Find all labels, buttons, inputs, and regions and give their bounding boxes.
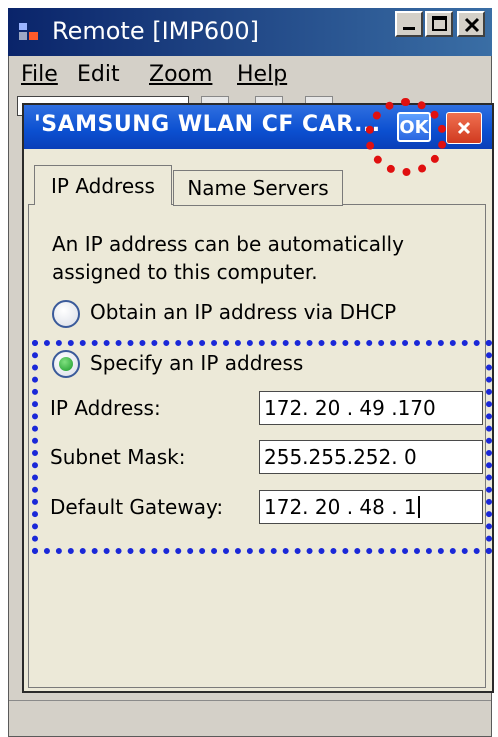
tab-ip-address[interactable]: IP Address	[34, 165, 172, 205]
tab-name-servers[interactable]: Name Servers	[173, 170, 343, 206]
maximize-button[interactable]	[425, 11, 453, 37]
menu-edit[interactable]: Edit	[77, 62, 120, 87]
minimize-icon	[403, 27, 415, 30]
minimize-button[interactable]	[395, 11, 423, 37]
menu-bar: File Edit Zoom Help	[9, 56, 491, 92]
close-icon	[464, 17, 480, 33]
ok-highlight-circle	[365, 98, 447, 176]
dhcp-radio[interactable]	[52, 300, 80, 328]
specify-ip-highlight-box	[32, 340, 492, 554]
maximize-icon	[432, 16, 447, 31]
close-dialog-icon	[457, 121, 471, 135]
dialog-title: 'SAMSUNG WLAN CF CAR...	[34, 112, 381, 137]
app-icon	[18, 22, 40, 42]
menu-zoom[interactable]: Zoom	[149, 62, 212, 87]
description-text: An IP address can be automatically assig…	[52, 232, 404, 284]
menu-file[interactable]: File	[21, 62, 58, 87]
close-window-button[interactable]	[457, 11, 485, 37]
status-strip	[9, 700, 491, 736]
window-title: Remote [IMP600]	[52, 17, 260, 45]
close-dialog-button[interactable]	[446, 112, 482, 144]
menu-help[interactable]: Help	[237, 62, 287, 87]
dhcp-label[interactable]: Obtain an IP address via DHCP	[90, 300, 396, 324]
